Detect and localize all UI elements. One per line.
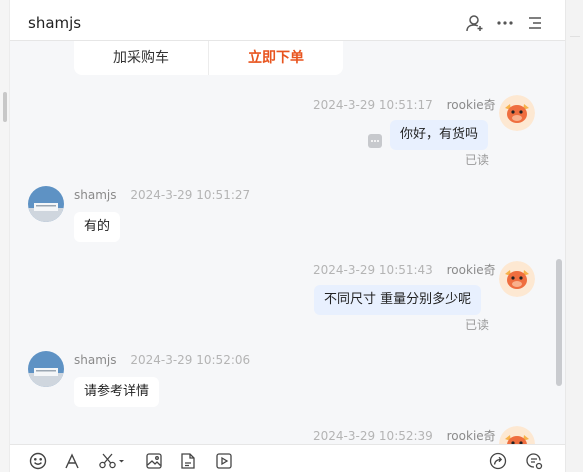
avatar[interactable] [499,261,535,297]
sender-name: shamjs [74,188,117,202]
file-icon[interactable] [178,451,198,471]
message-meta: shamjs 2024-3-29 10:51:27 [74,188,250,202]
message-list[interactable]: 加采购车 立即下单 2024-3-29 10:51:17 rookie奇 你好，… [10,41,565,444]
more-icon[interactable] [494,12,516,34]
message-time: 2024-3-29 10:51:27 [130,188,251,202]
message-bubble[interactable]: 不同尺寸 重量分别多少呢 [314,285,482,315]
message-meta: 2024-3-29 10:51:43 rookie奇 [313,261,496,278]
list-icon[interactable] [524,12,546,34]
message-options-icon[interactable] [368,134,382,148]
emoji-icon[interactable] [28,451,48,471]
input-toolbar [10,444,565,472]
message-time: 2024-3-29 10:52:06 [130,353,251,367]
font-icon[interactable] [62,451,82,471]
image-icon[interactable] [144,451,164,471]
contact-icon[interactable] [464,12,486,34]
video-icon[interactable] [214,451,234,471]
read-status: 已读 [465,318,490,332]
read-status: 已读 [465,153,490,167]
message-meta: shamjs 2024-3-29 10:52:06 [74,353,250,367]
message-time: 2024-3-29 10:51:17 [313,98,433,112]
right-panel-edge [565,0,583,472]
share-icon[interactable] [488,451,508,471]
message-meta: 2024-3-29 10:52:39 rookie奇 [313,427,496,444]
avatar[interactable] [499,95,535,131]
panel-resize-handle[interactable] [3,92,7,122]
avatar[interactable] [499,426,535,444]
scissors-icon[interactable] [98,451,126,471]
message-time: 2024-3-29 10:52:39 [313,429,433,443]
avatar[interactable] [28,186,64,222]
message-time: 2024-3-29 10:51:43 [313,263,433,277]
message-bubble[interactable]: 请参考详情 [74,377,160,407]
sender-name: rookie奇 [446,429,496,443]
quick-reply-icon[interactable] [524,451,544,471]
avatar[interactable] [28,351,64,387]
message-meta: 2024-3-29 10:51:17 rookie奇 [313,96,496,113]
message-bubble[interactable]: 你好，有货吗 [390,120,489,150]
order-card: 加采购车 立即下单 [74,41,343,75]
add-to-cart-button[interactable]: 加采购车 [74,41,209,75]
chat-title: shamjs [28,14,82,32]
message-bubble[interactable]: 有的 [74,212,121,242]
left-panel-edge [0,0,10,472]
chat-header: shamjs [10,0,565,41]
sender-name: rookie奇 [446,98,496,112]
sender-name: rookie奇 [446,263,496,277]
message-list-scrollbar[interactable] [556,259,562,386]
buy-now-button[interactable]: 立即下单 [209,41,343,75]
sender-name: shamjs [74,353,117,367]
